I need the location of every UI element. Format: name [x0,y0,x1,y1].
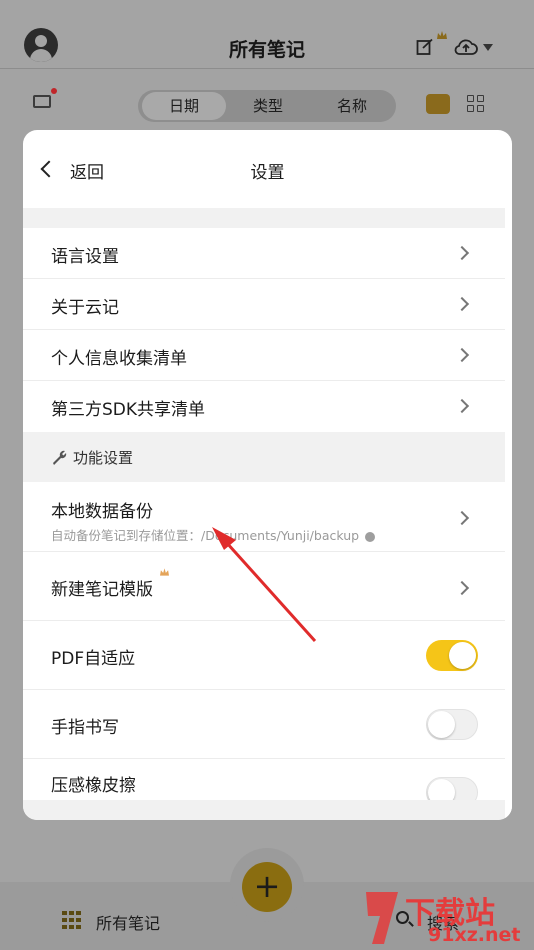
edit-note-icon[interactable] [416,38,434,56]
settings-item-third-party-sdk[interactable]: 第三方SDK共享清单 [23,381,505,432]
chevron-right-icon [454,245,470,261]
settings-item-label: 关于云记 [51,298,119,318]
settings-item-label: 个人信息收集清单 [51,349,187,369]
all-notes-tab-label[interactable]: 所有笔记 [96,910,160,934]
modal-bottom-padding [23,800,512,820]
settings-item-label: 压感橡皮擦 [51,776,136,796]
settings-item-note-template[interactable]: 新建笔记模版 [23,552,505,621]
crown-icon [160,568,169,576]
settings-item-label: 语言设置 [51,247,119,267]
tab-date[interactable]: 日期 [142,92,226,120]
settings-item-label: 第三方SDK共享清单 [51,400,206,420]
settings-item-pressure-eraser: 压感橡皮擦 [23,759,505,808]
section-divider [23,208,505,228]
feature-section-header: 功能设置 [23,432,505,482]
settings-item-finger-writing: 手指书写 [23,690,505,759]
backup-path-text: 自动备份笔记到存储位置：/Documents/Yunji/backup [51,528,360,543]
tab-name[interactable]: 名称 [310,90,394,122]
cloud-upload-icon[interactable] [454,38,478,56]
info-icon[interactable] [365,531,376,542]
grid-view-icon[interactable] [467,95,485,113]
section-title: 功能设置 [73,449,134,467]
app-header: 所有笔记 [0,0,534,69]
add-note-button[interactable]: + [242,862,292,912]
backup-path-description: 自动备份笔记到存储位置：/Documents/Yunji/backup [51,525,376,544]
chevron-right-icon [454,398,470,414]
all-notes-icon[interactable] [62,911,82,929]
settings-item-label: PDF自适应 [51,649,136,669]
crown-icon [437,31,447,39]
finger-writing-toggle[interactable] [426,709,478,740]
chevron-right-icon [454,510,470,526]
settings-item-label: 手指书写 [51,718,119,738]
sort-segmented-control: 日期 类型 名称 [138,90,396,122]
settings-modal: 返回 设置 语言设置 关于云记 个人信息收集清单 第三方SDK共享清单 功能设置… [23,130,512,820]
watermark: 下载站 91xz.net [362,882,534,950]
tab-type[interactable]: 类型 [226,90,310,122]
chevron-right-icon [454,347,470,363]
notification-dot [51,88,57,94]
scroll-edge [505,208,512,820]
settings-item-local-backup[interactable]: 本地数据备份 自动备份笔记到存储位置：/Documents/Yunji/back… [23,482,505,552]
settings-item-label: 新建笔记模版 [51,580,153,600]
settings-item-language[interactable]: 语言设置 [23,228,505,279]
settings-title: 设置 [250,163,285,183]
chevron-right-icon [454,580,470,596]
pdf-adaptive-toggle[interactable] [426,640,478,671]
caret-down-icon[interactable] [483,44,493,51]
settings-item-personal-info-list[interactable]: 个人信息收集清单 [23,330,505,381]
chevron-right-icon [454,296,470,312]
settings-item-pdf-adaptive: PDF自适应 [23,621,505,690]
watermark-logo-icon [366,892,398,944]
settings-item-about[interactable]: 关于云记 [23,279,505,330]
settings-item-label: 本地数据备份 [51,502,153,522]
mail-icon[interactable] [33,95,51,108]
settings-header: 返回 设置 [23,130,512,208]
watermark-url: 91xz.net [428,924,521,946]
treasure-chest-icon[interactable] [426,94,450,114]
wrench-icon [53,450,67,465]
